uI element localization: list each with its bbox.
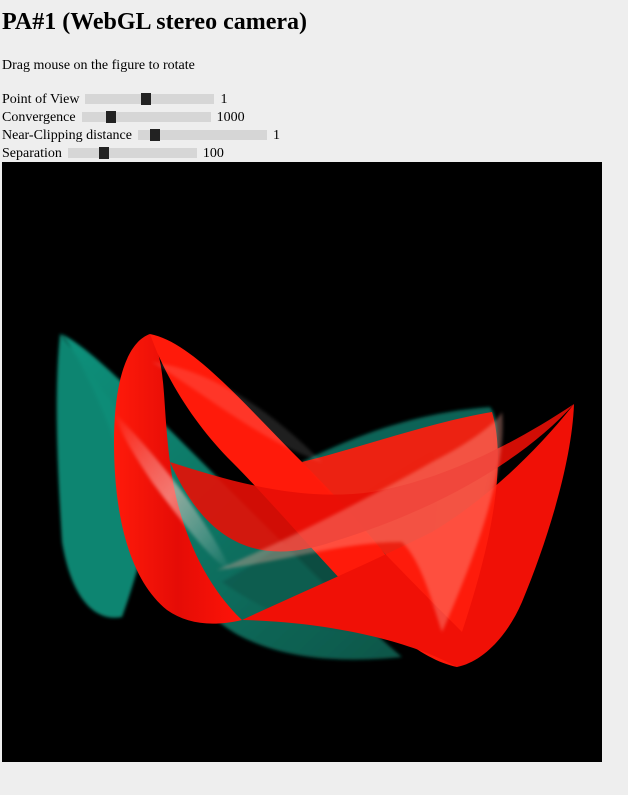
convergence-value: 1000 — [216, 109, 245, 125]
near-clipping-label: Near-Clipping distance — [2, 127, 132, 143]
convergence-slider[interactable] — [81, 111, 211, 123]
separation-slider[interactable] — [67, 147, 197, 159]
page: PA#1 (WebGL stereo camera) Drag mouse on… — [0, 0, 628, 795]
convergence-control: Convergence 1000 — [2, 108, 245, 126]
separation-control: Separation 100 — [2, 144, 224, 162]
point-of-view-slider-thumb[interactable] — [141, 93, 152, 105]
point-of-view-control: Point of View 1 — [2, 90, 227, 108]
near-clipping-slider[interactable] — [137, 129, 267, 141]
instructions-text: Drag mouse on the figure to rotate — [2, 58, 195, 73]
page-title: PA#1 (WebGL stereo camera) — [2, 9, 308, 35]
near-clipping-control: Near-Clipping distance 1 — [2, 126, 280, 144]
point-of-view-label: Point of View — [2, 91, 80, 107]
webgl-canvas[interactable] — [2, 162, 602, 762]
near-clipping-value: 1 — [272, 127, 280, 143]
separation-label: Separation — [2, 145, 62, 161]
stereo-anaglyph-figure — [56, 334, 574, 667]
separation-slider-thumb[interactable] — [98, 147, 109, 159]
point-of-view-value: 1 — [220, 91, 228, 107]
point-of-view-slider[interactable] — [85, 93, 215, 105]
near-clipping-slider-thumb[interactable] — [149, 129, 160, 141]
convergence-slider-thumb[interactable] — [105, 111, 116, 123]
convergence-label: Convergence — [2, 109, 76, 125]
separation-value: 100 — [202, 145, 224, 161]
